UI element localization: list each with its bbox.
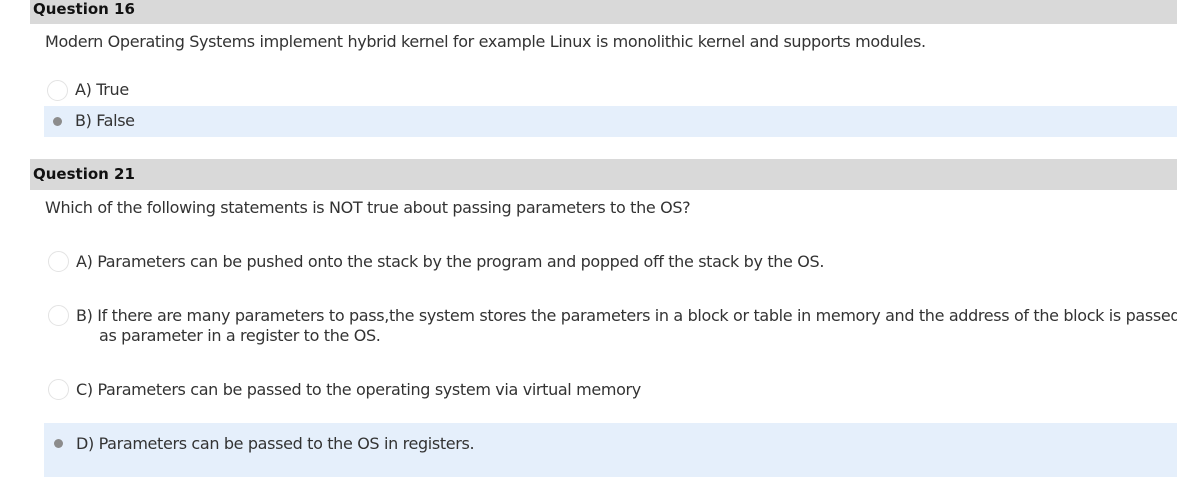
radio-button[interactable] (47, 80, 68, 101)
answer-label: D) Parameters can be passed to the OS in… (76, 434, 475, 453)
question-16-text: Modern Operating Systems implement hybri… (45, 32, 926, 51)
radio-button[interactable] (48, 305, 69, 326)
question-21-text: Which of the following statements is NOT… (45, 198, 691, 217)
answer-label: C) Parameters can be passed to the opera… (76, 380, 641, 399)
answer-label: B) False (75, 111, 135, 130)
answer-label: A) True (75, 80, 129, 99)
radio-button-selected[interactable] (48, 433, 69, 454)
answer-label-line-1: B) If there are many parameters to pass,… (76, 306, 1177, 325)
answer-label-line-2: as parameter in a register to the OS. (99, 326, 381, 345)
question-21-header: Question 21 (30, 159, 1177, 190)
answer-16-a[interactable]: A) True (44, 76, 1177, 106)
answer-21-a[interactable]: A) Parameters can be pushed onto the sta… (44, 240, 1177, 284)
radio-button[interactable] (48, 251, 69, 272)
question-16-header: Question 16 (30, 0, 1177, 24)
radio-button-selected[interactable] (47, 111, 68, 132)
radio-button[interactable] (48, 379, 69, 400)
answer-16-b[interactable]: B) False (44, 106, 1177, 137)
answer-21-d[interactable]: D) Parameters can be passed to the OS in… (44, 423, 1177, 477)
answer-21-b[interactable]: B) If there are many parameters to pass,… (44, 294, 1177, 354)
answer-label: B) If there are many parameters to pass,… (76, 306, 1177, 346)
answer-label: A) Parameters can be pushed onto the sta… (76, 252, 825, 271)
answer-21-c[interactable]: C) Parameters can be passed to the opera… (44, 368, 1177, 412)
